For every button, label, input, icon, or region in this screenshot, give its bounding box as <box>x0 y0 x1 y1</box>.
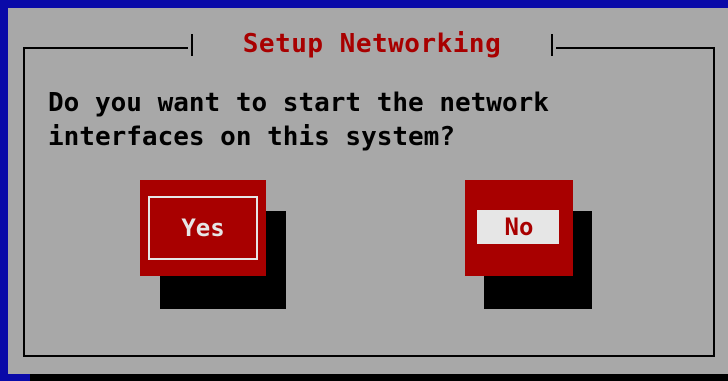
message-line-1: Do you want to start the network <box>48 88 549 118</box>
no-button[interactable]: No <box>465 180 573 276</box>
message-line-2: interfaces on this system? <box>48 122 455 152</box>
yes-button[interactable]: Yes <box>140 180 266 276</box>
yes-button-label: Yes <box>181 214 225 242</box>
no-button-label: No <box>504 213 534 241</box>
setup-networking-dialog: Setup Networking Do you want to start th… <box>8 8 728 374</box>
dialog-title: Setup Networking <box>242 29 502 59</box>
dialog-message: Do you want to start the network interfa… <box>48 86 688 154</box>
title-right-tick <box>551 34 553 56</box>
screen-background: Setup Networking Do you want to start th… <box>0 0 728 381</box>
dialog-title-bar: Setup Networking <box>188 25 556 65</box>
dialog-shadow <box>30 374 728 381</box>
